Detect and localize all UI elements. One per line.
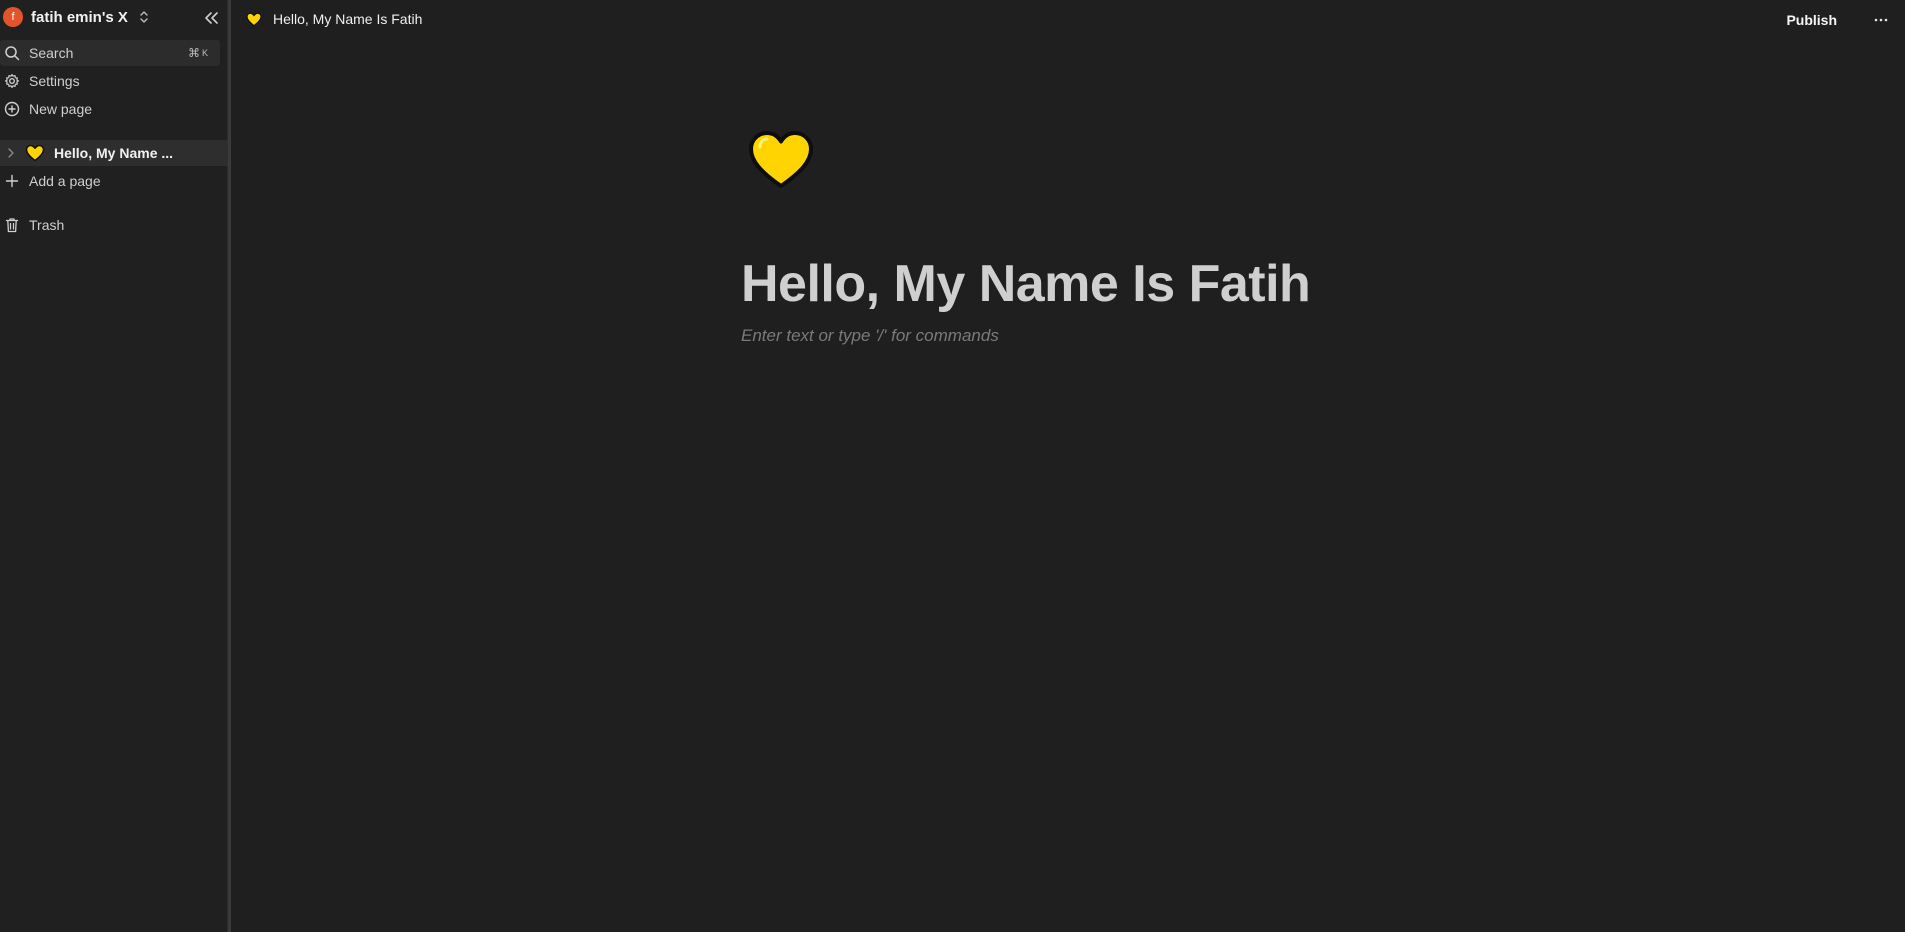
sidebar-page-label: Hello, My Name ...: [54, 145, 174, 161]
search-icon: [3, 44, 21, 62]
page-title[interactable]: Hello, My Name Is Fatih: [741, 254, 1311, 314]
k-key: K: [201, 48, 208, 58]
search-label: Search: [29, 45, 74, 61]
page-emoji-icon[interactable]: [748, 130, 814, 196]
breadcrumb[interactable]: Hello, My Name Is Fatih: [245, 11, 422, 27]
yellow-heart-icon: [749, 131, 813, 188]
workspace-name: fatih emin's X: [31, 8, 128, 26]
publish-button[interactable]: Publish: [1780, 10, 1843, 30]
top-bar: Hello, My Name Is Fatih Publish: [231, 0, 1905, 42]
settings-label: Settings: [29, 73, 80, 89]
plus-icon: [3, 172, 21, 190]
chevron-right-icon[interactable]: [2, 144, 20, 162]
collapse-sidebar-button[interactable]: [201, 8, 221, 28]
ellipsis-icon: [1874, 18, 1888, 22]
cmd-key: ⌘: [187, 46, 200, 60]
sidebar-resize-handle[interactable]: [228, 0, 231, 932]
more-options-button[interactable]: [1871, 10, 1891, 30]
chevron-updown-icon: [138, 9, 150, 25]
double-chevron-left-icon: [205, 12, 218, 24]
editor-body-placeholder[interactable]: Enter text or type '/' for commands: [741, 326, 999, 346]
new-page-label: New page: [29, 101, 93, 117]
add-page-button[interactable]: Add a page: [0, 168, 228, 194]
sidebar-page-item[interactable]: Hello, My Name ...: [0, 140, 228, 166]
workspace-switcher[interactable]: f fatih emin's X: [0, 0, 228, 34]
sidebar: f fatih emin's X Search ⌘ K Settings New…: [0, 0, 228, 932]
trash-icon: [3, 216, 21, 234]
settings-button[interactable]: Settings: [0, 68, 228, 94]
search-shortcut: ⌘ K: [184, 44, 212, 62]
breadcrumb-title: Hello, My Name Is Fatih: [273, 11, 423, 27]
gear-icon: [3, 72, 21, 90]
app-window: f fatih emin's X Search ⌘ K Settings New…: [0, 0, 1905, 932]
yellow-heart-icon: [24, 143, 46, 163]
trash-label: Trash: [29, 217, 65, 233]
yellow-heart-icon: [245, 11, 263, 27]
workspace-avatar: f: [3, 7, 23, 27]
new-page-button[interactable]: New page: [0, 96, 228, 122]
add-page-label: Add a page: [29, 173, 101, 189]
plus-circle-icon: [3, 100, 21, 118]
search-button[interactable]: Search ⌘ K: [0, 40, 220, 66]
trash-button[interactable]: Trash: [0, 212, 228, 238]
